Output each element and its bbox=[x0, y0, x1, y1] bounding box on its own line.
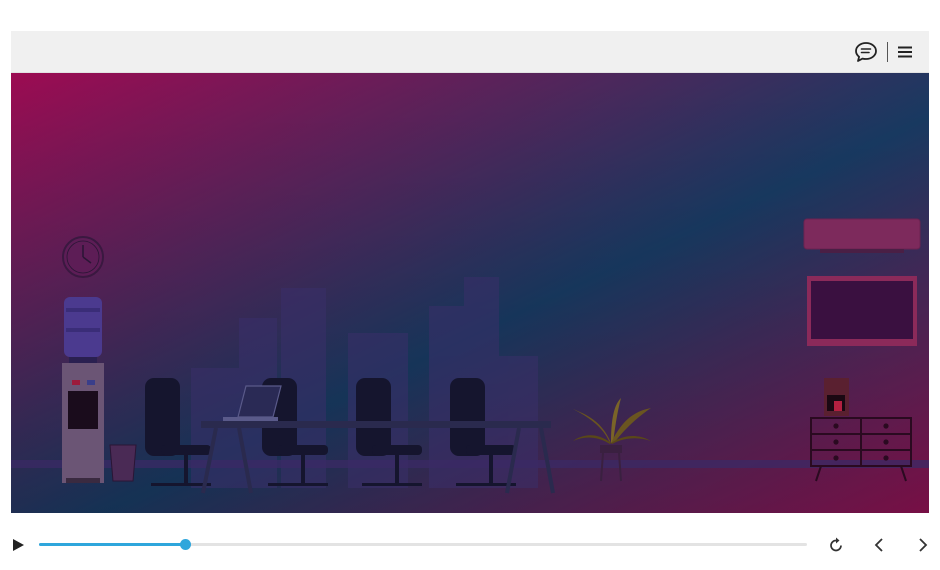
progress-bar[interactable] bbox=[39, 539, 807, 550]
play-button[interactable] bbox=[9, 536, 27, 554]
previous-button[interactable] bbox=[869, 535, 889, 555]
player-topbar bbox=[11, 31, 929, 73]
speech-bubble-icon bbox=[855, 42, 877, 62]
floor-line bbox=[11, 460, 929, 468]
air-conditioner-icon bbox=[803, 218, 921, 253]
water-cooler-icon bbox=[62, 297, 104, 483]
replay-button[interactable] bbox=[826, 535, 846, 555]
transcript-button[interactable] bbox=[854, 41, 878, 63]
trash-bin-icon bbox=[109, 444, 137, 482]
menu-button[interactable] bbox=[897, 45, 913, 59]
next-icon bbox=[919, 538, 928, 552]
office-meeting-room-illustration bbox=[11, 73, 929, 513]
slide-stage[interactable] bbox=[11, 73, 929, 513]
topbar-icons bbox=[854, 40, 913, 64]
topbar-divider bbox=[887, 42, 888, 62]
replay-icon bbox=[830, 537, 842, 552]
previous-icon bbox=[874, 538, 883, 552]
progress-thumb[interactable] bbox=[179, 539, 191, 550]
next-button[interactable] bbox=[913, 535, 933, 555]
play-icon bbox=[13, 539, 24, 551]
player-control-bar bbox=[0, 530, 940, 560]
progress-fill bbox=[39, 543, 185, 546]
hamburger-menu-icon bbox=[898, 46, 912, 58]
television-icon bbox=[807, 276, 917, 346]
coffee-machine-icon bbox=[824, 378, 849, 416]
wall-clock-icon bbox=[62, 236, 104, 278]
